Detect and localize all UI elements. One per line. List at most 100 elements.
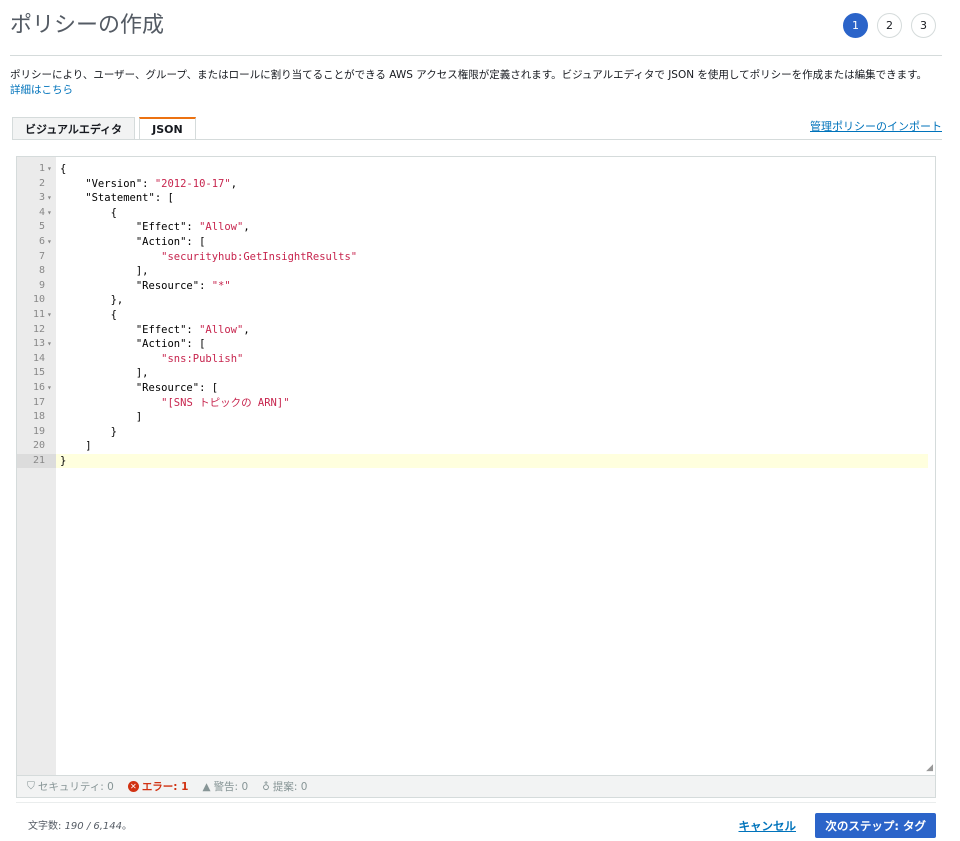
- suggestion-count: 提案: 0: [272, 781, 308, 793]
- step-3[interactable]: 3: [911, 13, 936, 38]
- line-number: 7: [38, 250, 45, 262]
- fold-toggle-icon[interactable]: ▾: [47, 191, 52, 206]
- code-line[interactable]: 18 ]: [17, 410, 935, 425]
- char-count-value: 190 / 6,144: [64, 821, 123, 832]
- code-text: "Resource": "*": [60, 279, 231, 292]
- step-1[interactable]: 1: [843, 13, 868, 38]
- code-text: ]: [60, 440, 92, 453]
- code-line[interactable]: 11 ▾ {: [17, 308, 935, 323]
- code-line[interactable]: 10 },: [17, 293, 935, 308]
- code-line[interactable]: 14 "sns:Publish": [17, 352, 935, 367]
- tabs-divider: [12, 139, 942, 140]
- editor-tabs: ビジュアルエディタ JSON: [12, 117, 200, 140]
- fold-toggle-icon[interactable]: ▾: [47, 235, 52, 250]
- fold-toggle-icon[interactable]: ▾: [47, 381, 52, 396]
- code-text: ],: [60, 367, 149, 380]
- code-text: {: [60, 308, 117, 321]
- warning-status[interactable]: ▲ 警告: 0: [202, 779, 248, 794]
- code-line[interactable]: 7 "securityhub:GetInsightResults": [17, 250, 935, 265]
- suggestion-status[interactable]: ♁ 提案: 0: [262, 779, 307, 794]
- code-line[interactable]: 21}: [17, 453, 928, 469]
- cancel-button[interactable]: キャンセル: [739, 818, 797, 834]
- code-line[interactable]: 19 }: [17, 425, 935, 440]
- line-number: 10: [32, 294, 45, 306]
- next-step-button[interactable]: 次のステップ: タグ: [815, 813, 936, 838]
- line-number: 17: [32, 396, 45, 408]
- line-number: 21: [17, 453, 56, 469]
- line-number: 20: [32, 440, 45, 452]
- line-number: 15: [32, 367, 45, 379]
- line-number: 13: [32, 338, 45, 350]
- line-number: 2: [38, 177, 45, 189]
- warning-triangle-icon: ▲: [202, 780, 211, 793]
- code-text: }: [60, 425, 117, 438]
- code-line[interactable]: 5 "Effect": "Allow",: [17, 220, 935, 235]
- code-text: "Resource": [: [60, 381, 219, 394]
- wizard-steps: 1 2 3: [843, 13, 936, 38]
- code-line[interactable]: 9 "Resource": "*": [17, 279, 935, 294]
- code-text: "Version": "2012-10-17",: [60, 177, 238, 190]
- page-description: ポリシーにより、ユーザー、グループ、またはロールに割り当てることができる AWS…: [10, 68, 940, 98]
- fold-toggle-icon[interactable]: ▾: [47, 162, 52, 177]
- security-count: セキュリティ: 0: [37, 781, 114, 793]
- code-line[interactable]: 4 ▾ {: [17, 206, 935, 221]
- code-line[interactable]: 13 ▾ "Action": [: [17, 337, 935, 352]
- fold-toggle-icon[interactable]: ▾: [47, 337, 52, 352]
- resize-handle-icon[interactable]: ◢: [926, 763, 933, 773]
- code-line[interactable]: 17 "[SNS トピックの ARN]": [17, 396, 935, 411]
- code-text: "Statement": [: [60, 192, 174, 205]
- title-divider: [10, 55, 942, 56]
- char-count-suffix: 。: [122, 821, 133, 832]
- line-number: 11: [32, 308, 45, 320]
- code-text: ]: [60, 411, 143, 424]
- line-number: 1: [38, 163, 45, 174]
- code-text: {: [60, 206, 117, 219]
- code-text: "Action": [: [60, 338, 206, 351]
- code-line[interactable]: 15 ],: [17, 366, 935, 381]
- tab-visual-editor[interactable]: ビジュアルエディタ: [12, 117, 136, 140]
- line-number: 16: [32, 381, 45, 393]
- learn-more-link[interactable]: 詳細はこちら: [10, 84, 73, 96]
- validation-statusbar: ⛉ セキュリティ: 0 ✕ エラー: 1 ▲ 警告: 0 ♁ 提案: 0: [16, 776, 936, 798]
- code-line[interactable]: 2 "Version": "2012-10-17",: [17, 177, 935, 192]
- step-2[interactable]: 2: [877, 13, 902, 38]
- line-number: 6: [38, 235, 45, 247]
- code-line[interactable]: 6 ▾ "Action": [: [17, 235, 935, 250]
- code-text: }: [60, 454, 67, 467]
- line-number: 4: [38, 206, 45, 218]
- fold-toggle-icon[interactable]: ▾: [47, 308, 52, 323]
- line-number: 3: [38, 192, 45, 204]
- fold-toggle-icon[interactable]: ▾: [47, 206, 52, 221]
- code-text: "Action": [: [60, 235, 206, 248]
- json-editor[interactable]: 1 ▾{2 "Version": "2012-10-17", 3 ▾ "Stateme…: [16, 156, 936, 776]
- description-text: ポリシーにより、ユーザー、グループ、またはロールに割り当てることができる AWS…: [10, 69, 928, 81]
- line-number: 8: [38, 265, 45, 277]
- line-number: 19: [32, 425, 45, 437]
- import-managed-policy-link[interactable]: 管理ポリシーのインポート: [810, 118, 942, 134]
- code-line[interactable]: 8 ],: [17, 264, 935, 279]
- code-line[interactable]: 20 ]: [17, 439, 935, 454]
- code-text: ],: [60, 265, 149, 278]
- code-line[interactable]: 12 "Effect": "Allow",: [17, 323, 935, 338]
- code-line[interactable]: 1 ▾ {: [17, 162, 935, 177]
- error-count: エラー: 1: [141, 781, 189, 793]
- char-count-label: 文字数:: [28, 821, 65, 832]
- code-line[interactable]: 16 ▾ "Resource": [: [17, 381, 935, 396]
- code-text: "[SNS トピックの ARN]": [161, 396, 290, 409]
- footer: 文字数: 190 / 6,144。 キャンセル 次のステップ: タグ: [16, 802, 936, 841]
- security-status[interactable]: ⛉ セキュリティ: 0: [27, 779, 114, 794]
- lightbulb-icon: ♁: [262, 780, 270, 793]
- line-number: 18: [32, 411, 45, 423]
- tab-json[interactable]: JSON: [139, 117, 196, 140]
- char-count: 文字数: 190 / 6,144。: [28, 817, 132, 832]
- error-status[interactable]: ✕ エラー: 1: [127, 779, 189, 794]
- code-text: "Effect": "Allow",: [60, 323, 250, 336]
- code-lines[interactable]: 1 ▾{2 "Version": "2012-10-17", 3 ▾ "Stateme…: [17, 162, 935, 469]
- error-circle-icon: ✕: [127, 781, 139, 792]
- line-number: 12: [32, 323, 45, 335]
- shield-icon: ⛉: [27, 780, 35, 792]
- code-text: {: [60, 163, 67, 175]
- code-text: "Effect": "Allow",: [60, 221, 250, 234]
- line-number: 9: [38, 279, 45, 291]
- code-line[interactable]: 3 ▾ "Statement": [: [17, 191, 935, 206]
